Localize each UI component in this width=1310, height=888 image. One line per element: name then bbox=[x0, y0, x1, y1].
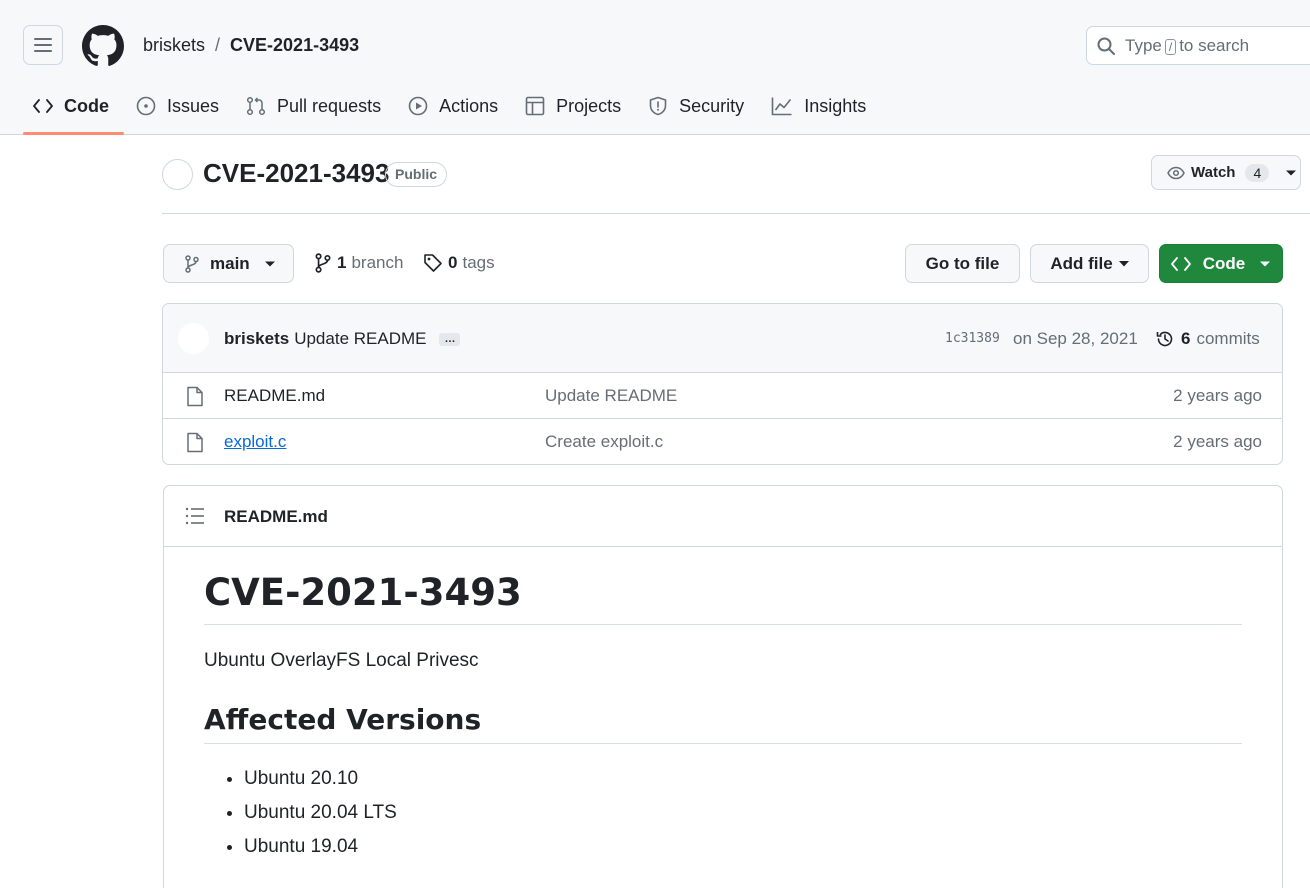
breadcrumb-separator: / bbox=[215, 35, 221, 55]
commit-message-text[interactable]: Update README bbox=[294, 329, 426, 349]
breadcrumb: briskets / CVE-2021-3493 bbox=[143, 35, 359, 56]
chevron-down-icon bbox=[264, 261, 275, 266]
commits-link[interactable]: 6 commits bbox=[1155, 329, 1260, 349]
go-to-file-button[interactable]: Go to file bbox=[905, 244, 1020, 283]
readme-heading: CVE-2021-3493 bbox=[204, 571, 1242, 625]
commit-author-avatar[interactable] bbox=[178, 323, 209, 354]
commit-expand-button[interactable]: … bbox=[439, 332, 461, 346]
branch-icon bbox=[185, 254, 199, 273]
file-commit-message[interactable]: Create exploit.c bbox=[545, 432, 663, 452]
github-logo-icon[interactable] bbox=[82, 25, 124, 67]
add-file-button[interactable]: Add file bbox=[1030, 244, 1149, 283]
commit-count: 6 bbox=[1181, 329, 1191, 348]
repo-tabs: Code Issues Pull requests Actions Projec… bbox=[23, 84, 883, 135]
commit-author[interactable]: briskets bbox=[224, 329, 289, 349]
pull-request-icon bbox=[246, 96, 266, 116]
commit-date: on Sep 28, 2021 bbox=[1013, 329, 1138, 348]
add-file-label: Add file bbox=[1050, 253, 1113, 273]
tag-icon bbox=[424, 254, 442, 272]
list-item: Ubuntu 19.04 bbox=[244, 836, 1242, 858]
tab-security[interactable]: Security bbox=[638, 84, 759, 128]
code-button[interactable]: Code bbox=[1159, 244, 1283, 283]
repo-title[interactable]: CVE-2021-3493 bbox=[203, 158, 389, 189]
search-icon bbox=[1097, 37, 1115, 55]
tag-word: tags bbox=[462, 253, 495, 272]
global-header: briskets / CVE-2021-3493 Type / to search … bbox=[0, 0, 1310, 135]
issue-icon bbox=[136, 96, 156, 116]
tab-label: Projects bbox=[556, 95, 622, 116]
graph-icon bbox=[771, 97, 792, 116]
code-icon bbox=[1170, 256, 1191, 271]
search-input[interactable]: Type / to search bbox=[1086, 26, 1310, 65]
versions-list: Ubuntu 20.10 Ubuntu 20.04 LTS Ubuntu 19.… bbox=[204, 768, 1242, 858]
tab-label: Code bbox=[64, 95, 109, 116]
file-age: 2 years ago bbox=[1173, 432, 1262, 451]
tab-projects[interactable]: Projects bbox=[515, 84, 636, 128]
readme-content: CVE-2021-3493 Ubuntu OverlayFS Local Pri… bbox=[164, 547, 1282, 858]
tab-label: Issues bbox=[167, 95, 220, 116]
code-button-label: Code bbox=[1202, 253, 1246, 273]
breadcrumb-owner[interactable]: briskets bbox=[143, 35, 205, 56]
watch-label: Watch bbox=[1191, 164, 1236, 181]
list-item: Ubuntu 20.10 bbox=[244, 768, 1242, 790]
list-item: Ubuntu 20.04 LTS bbox=[244, 802, 1242, 824]
file-row[interactable]: exploit.c Create exploit.c 2 years ago bbox=[163, 419, 1282, 464]
file-icon bbox=[187, 432, 203, 453]
watch-button[interactable]: Watch 4 bbox=[1151, 155, 1301, 190]
play-icon bbox=[408, 96, 428, 116]
file-age: 2 years ago bbox=[1173, 386, 1262, 405]
tab-issues[interactable]: Issues bbox=[126, 84, 234, 128]
chevron-down-icon bbox=[1286, 170, 1297, 175]
branch-name: main bbox=[210, 253, 250, 273]
latest-commit-row: briskets Update README … 1c31389 on Sep … bbox=[163, 304, 1282, 373]
readme-subheading: Affected Versions bbox=[204, 703, 1242, 744]
list-icon[interactable] bbox=[185, 507, 205, 525]
search-shortcut-key: / bbox=[1164, 38, 1177, 55]
hamburger-icon bbox=[34, 38, 52, 52]
file-commit-message[interactable]: Update README bbox=[545, 386, 677, 406]
tags-link[interactable]: 0 tags bbox=[423, 253, 495, 273]
branch-count: 1 bbox=[337, 253, 347, 272]
file-list: briskets Update README … 1c31389 on Sep … bbox=[162, 303, 1283, 465]
menu-button[interactable] bbox=[23, 25, 63, 65]
branch-selector[interactable]: main bbox=[163, 244, 294, 283]
history-icon bbox=[1156, 331, 1173, 347]
tab-label: Actions bbox=[439, 95, 499, 116]
readme-panel: README.md CVE-2021-3493 Ubuntu OverlayFS… bbox=[163, 485, 1283, 888]
watch-count: 4 bbox=[1245, 163, 1270, 182]
shield-icon bbox=[649, 96, 667, 116]
breadcrumb-repo[interactable]: CVE-2021-3493 bbox=[230, 35, 359, 56]
code-icon bbox=[33, 99, 53, 113]
branches-link[interactable]: 1 branch bbox=[314, 253, 403, 273]
file-name[interactable]: README.md bbox=[224, 386, 325, 406]
tab-insights[interactable]: Insights bbox=[761, 84, 881, 128]
tab-label: Security bbox=[679, 95, 745, 116]
title-divider bbox=[162, 213, 1310, 214]
tab-actions[interactable]: Actions bbox=[398, 84, 513, 128]
tab-pull-requests[interactable]: Pull requests bbox=[236, 84, 396, 128]
readme-header: README.md bbox=[164, 486, 1282, 547]
search-placeholder: Type / to search bbox=[1125, 35, 1250, 55]
file-icon bbox=[187, 386, 203, 407]
tab-label: Insights bbox=[804, 95, 867, 116]
file-row[interactable]: README.md Update README 2 years ago bbox=[163, 373, 1282, 419]
tag-count: 0 bbox=[448, 253, 458, 272]
commit-word: commits bbox=[1196, 329, 1260, 348]
file-name[interactable]: exploit.c bbox=[224, 432, 286, 452]
branch-icon bbox=[315, 253, 331, 273]
commit-message: briskets Update README … bbox=[224, 329, 461, 349]
readme-intro: Ubuntu OverlayFS Local Privesc bbox=[204, 650, 479, 671]
tab-label: Pull requests bbox=[277, 95, 382, 116]
readme-filename[interactable]: README.md bbox=[224, 507, 328, 527]
eye-icon bbox=[1167, 166, 1185, 179]
owner-avatar[interactable] bbox=[162, 159, 193, 190]
commit-sha[interactable]: 1c31389 bbox=[945, 331, 1000, 346]
chevron-down-icon bbox=[1118, 260, 1129, 266]
tab-code[interactable]: Code bbox=[23, 84, 124, 135]
chevron-down-icon bbox=[1260, 261, 1271, 266]
visibility-badge: Public bbox=[385, 162, 448, 187]
table-icon bbox=[525, 96, 545, 116]
branch-word: branch bbox=[351, 253, 404, 272]
